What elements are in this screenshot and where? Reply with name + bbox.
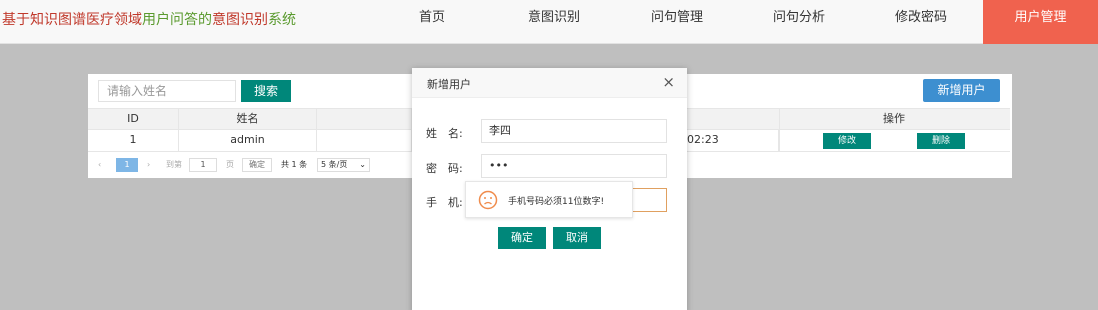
delete-button[interactable]: 删除	[917, 133, 965, 149]
nav-change-password[interactable]: 修改密码	[880, 0, 962, 44]
goto-page-input[interactable]: 1	[189, 158, 217, 172]
page-size-value: 5 条/页	[321, 160, 348, 169]
phone-label: 手 机:	[426, 196, 463, 209]
row-time: 02:23	[687, 130, 779, 151]
current-page[interactable]: 1	[116, 158, 138, 172]
app-title-part-2: 用户问答的	[142, 12, 212, 28]
column-header-name: 姓名	[179, 109, 317, 129]
search-button[interactable]: 搜索	[241, 80, 291, 102]
cancel-button[interactable]: 取消	[553, 227, 601, 249]
nav-question-analysis[interactable]: 问句分析	[758, 0, 840, 44]
app-title-part-3: 意图识别	[212, 12, 268, 28]
confirm-button[interactable]: 确定	[498, 227, 546, 249]
edit-button[interactable]: 修改	[823, 133, 871, 149]
password-field[interactable]: •••	[481, 154, 667, 178]
validation-tooltip: 手机号码必须11位数字!	[465, 181, 633, 218]
row-name: admin	[179, 130, 317, 151]
app-title: 基于知识图谱医疗领域用户问答的意图识别系统	[2, 9, 296, 29]
validation-message: 手机号码必须11位数字!	[508, 197, 605, 207]
nav-home[interactable]: 首页	[392, 0, 472, 44]
row-id: 1	[88, 130, 179, 151]
total-count: 共 1 条	[281, 160, 308, 169]
name-field[interactable]: 李四	[481, 119, 667, 143]
row-actions: 修改 删除	[779, 130, 1008, 151]
dialog-header: 新增用户 ×	[412, 68, 687, 98]
column-header-id: ID	[88, 109, 179, 129]
app-title-part-1: 基于知识图谱医疗领域	[2, 12, 142, 28]
column-header-actions: 操作	[779, 109, 1008, 129]
password-label: 密 码:	[426, 162, 463, 175]
top-header: 基于知识图谱医疗领域用户问答的意图识别系统 首页 意图识别 问句管理 问句分析 …	[0, 0, 1098, 44]
chevron-down-icon: ⌄	[359, 160, 366, 169]
add-user-button[interactable]: 新增用户	[923, 79, 1000, 102]
nav-user-management[interactable]: 用户管理	[983, 0, 1098, 44]
goto-label: 到第	[166, 160, 182, 169]
app-title-part-4: 系统	[268, 12, 296, 28]
row-blank	[317, 130, 412, 151]
close-icon[interactable]: ×	[662, 73, 675, 91]
nav-intent-recognition[interactable]: 意图识别	[513, 0, 595, 44]
column-header-blank	[317, 109, 412, 129]
nav-question-management[interactable]: 问句管理	[636, 0, 718, 44]
page-unit: 页	[226, 160, 234, 169]
search-input[interactable]: 请输入姓名	[98, 80, 236, 102]
goto-confirm-button[interactable]: 确定	[242, 158, 272, 172]
prev-page-icon[interactable]: ‹	[98, 158, 101, 172]
page-size-select[interactable]: 5 条/页 ⌄	[317, 158, 370, 172]
next-page-icon[interactable]: ›	[147, 158, 150, 172]
sad-face-icon	[478, 190, 498, 210]
dialog-title: 新增用户	[427, 78, 471, 91]
name-label: 姓 名:	[426, 127, 463, 140]
